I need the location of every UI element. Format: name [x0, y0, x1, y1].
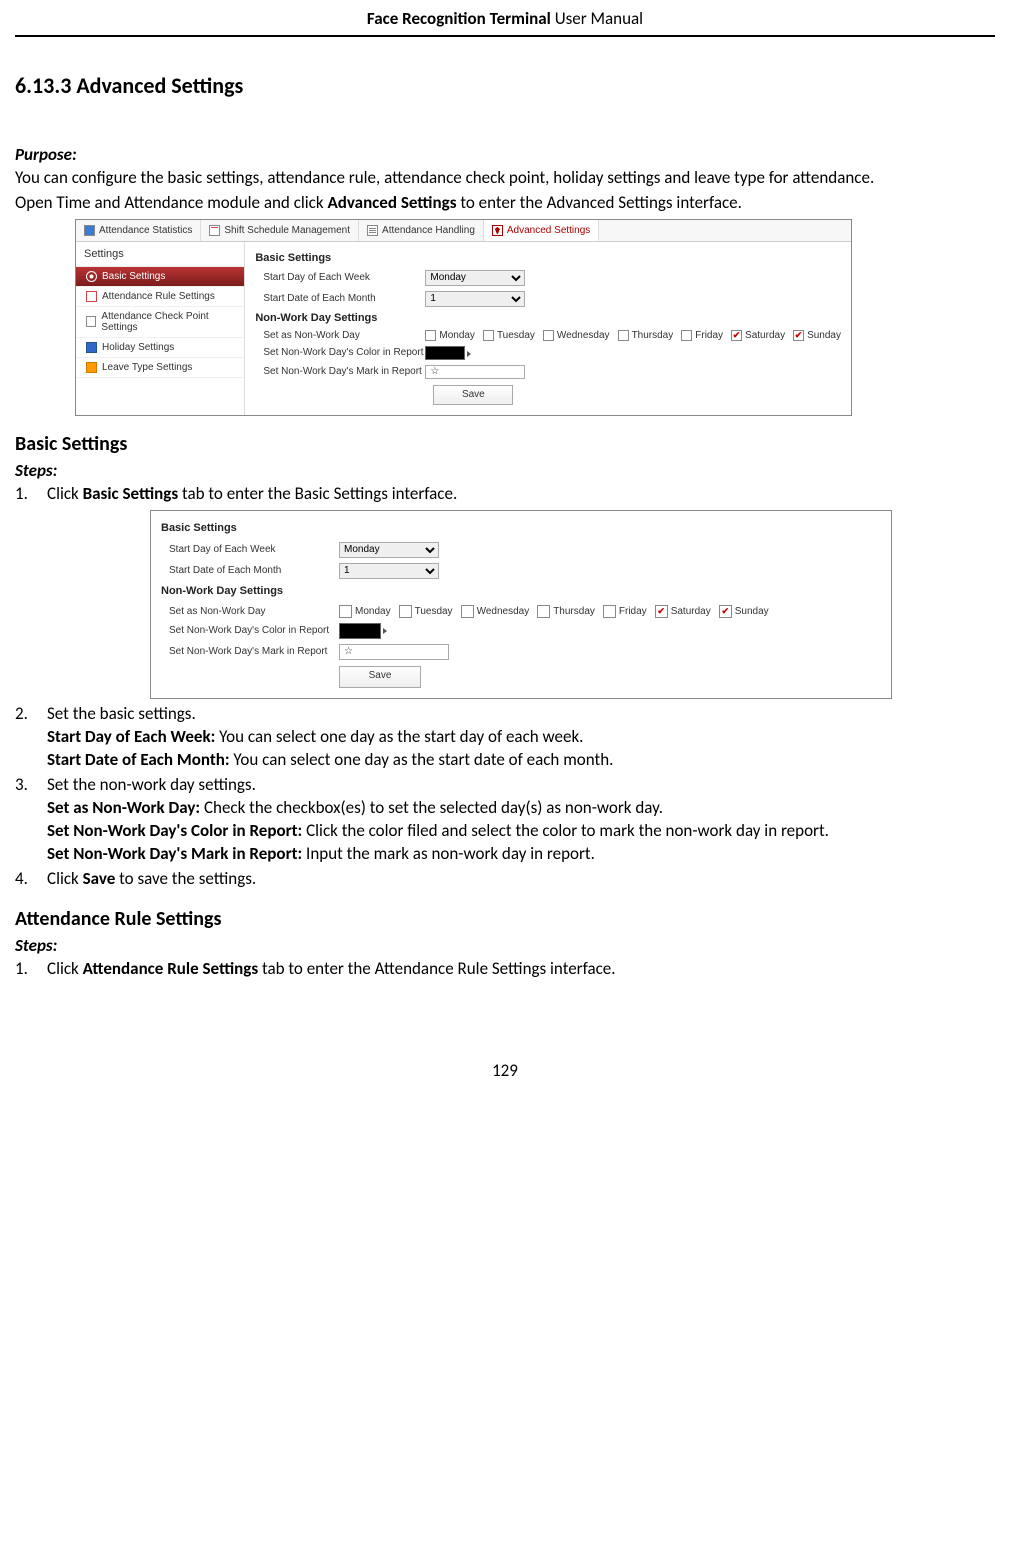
sidebar-item-basic[interactable]: Basic Settings	[76, 267, 244, 287]
rule-step-1: Click Attendance Rule Settings tab to en…	[15, 958, 995, 981]
fig2-cb-friday[interactable]: ✔Friday	[603, 605, 647, 619]
cb-sunday[interactable]: ✔Sunday	[793, 330, 841, 341]
figure-advanced-settings: Attendance Statistics Shift Schedule Man…	[75, 219, 852, 416]
settings-sidebar: Settings Basic Settings Attendance Rule …	[76, 242, 245, 415]
leave-icon	[86, 362, 97, 373]
fig2-label-nonwork-color: Set Non-Work Day's Color in Report	[161, 624, 339, 638]
sidebar-heading: Settings	[76, 242, 244, 267]
cb-monday[interactable]: ✔Monday	[425, 330, 475, 341]
steps-label-2: Steps:	[15, 935, 995, 956]
fig2-checkbox-row-days: ✔Monday ✔Tuesday ✔Wednesday ✔Thursday ✔F…	[339, 605, 769, 619]
gear-icon	[86, 271, 97, 282]
header-title-rest: User Manual	[551, 8, 643, 29]
step-4: Click Save to save the settings.	[15, 868, 995, 891]
main-pane: Basic Settings Start Day of Each Week Mo…	[245, 242, 851, 415]
section-heading: 6.13.3 Advanced Settings	[15, 72, 995, 99]
step-3: Set the non-work day settings. Set as No…	[15, 774, 995, 866]
header-title-bold: Face Recognition Terminal	[367, 8, 551, 29]
step-1: Click Basic Settings tab to enter the Ba…	[15, 483, 995, 699]
fig2-group-basic: Basic Settings	[161, 521, 881, 536]
page-header: Face Recognition Terminal User Manual	[15, 0, 995, 37]
tab-bar: Attendance Statistics Shift Schedule Man…	[76, 220, 851, 242]
fig2-cb-sunday[interactable]: ✔Sunday	[719, 605, 769, 619]
cb-tuesday[interactable]: ✔Tuesday	[483, 330, 535, 341]
fig2-cb-tuesday[interactable]: ✔Tuesday	[399, 605, 453, 619]
steps-list-basic: Click Basic Settings tab to enter the Ba…	[15, 483, 995, 891]
cb-saturday[interactable]: ✔Saturday	[731, 330, 785, 341]
tab-attendance-handling[interactable]: Attendance Handling	[359, 220, 484, 241]
sidebar-item-holiday[interactable]: Holiday Settings	[76, 338, 244, 358]
fig2-select-start-day[interactable]: Monday	[339, 542, 439, 558]
fig2-cb-thursday[interactable]: ✔Thursday	[537, 605, 595, 619]
group-basic-settings: Basic Settings	[255, 252, 841, 264]
cb-wednesday[interactable]: ✔Wednesday	[543, 330, 610, 341]
wrench-icon	[492, 225, 503, 236]
color-picker[interactable]	[425, 346, 465, 360]
label-start-date: Start Date of Each Month	[255, 293, 425, 304]
page-number: 129	[15, 1060, 995, 1081]
tab-attendance-statistics[interactable]: Attendance Statistics	[76, 220, 201, 241]
sidebar-item-leave[interactable]: Leave Type Settings	[76, 358, 244, 378]
purpose-text-1: You can configure the basic settings, at…	[15, 167, 995, 190]
tab-advanced-settings[interactable]: Advanced Settings	[484, 220, 599, 241]
label-nonwork-color: Set Non-Work Day's Color in Report	[255, 347, 425, 358]
fig2-color-picker[interactable]	[339, 623, 381, 639]
tab-shift-schedule[interactable]: Shift Schedule Management	[201, 220, 359, 241]
label-set-nonwork: Set as Non-Work Day	[255, 330, 425, 341]
fig2-mark-input[interactable]: ☆	[339, 644, 449, 660]
steps-list-rule: Click Attendance Rule Settings tab to en…	[15, 958, 995, 981]
group-nonwork: Non-Work Day Settings	[255, 312, 841, 324]
fig2-cb-saturday[interactable]: ✔Saturday	[655, 605, 711, 619]
checkbox-row-days: ✔Monday ✔Tuesday ✔Wednesday ✔Thursday ✔F…	[425, 330, 841, 341]
cb-thursday[interactable]: ✔Thursday	[618, 330, 674, 341]
sidebar-item-rule[interactable]: Attendance Rule Settings	[76, 287, 244, 307]
sidebar-item-checkpoint[interactable]: Attendance Check Point Settings	[76, 307, 244, 338]
document-icon	[86, 316, 96, 327]
purpose-text-2: Open Time and Attendance module and clic…	[15, 192, 995, 215]
fig2-cb-wednesday[interactable]: ✔Wednesday	[461, 605, 530, 619]
fig2-group-nonwork: Non-Work Day Settings	[161, 584, 881, 599]
figure-basic-settings: Basic Settings Start Day of Each Week Mo…	[150, 510, 892, 699]
fig2-save-button[interactable]: Save	[339, 666, 421, 688]
fig2-cb-monday[interactable]: ✔Monday	[339, 605, 391, 619]
step-2: Set the basic settings. Start Day of Eac…	[15, 703, 995, 772]
steps-label-1: Steps:	[15, 460, 995, 481]
label-start-day: Start Day of Each Week	[255, 272, 425, 283]
fig2-label-start-day: Start Day of Each Week	[161, 543, 339, 557]
fig2-label-nonwork-mark: Set Non-Work Day's Mark in Report	[161, 645, 339, 659]
subheading-basic: Basic Settings	[15, 432, 995, 456]
calendar-icon	[209, 225, 220, 236]
label-nonwork-mark: Set Non-Work Day's Mark in Report	[255, 366, 425, 377]
subheading-rule: Attendance Rule Settings	[15, 907, 995, 931]
mark-input[interactable]: ☆	[425, 365, 525, 379]
select-start-date[interactable]: 1	[425, 291, 525, 307]
calendar-small-icon	[86, 291, 97, 302]
cb-friday[interactable]: ✔Friday	[681, 330, 723, 341]
purpose-label: Purpose:	[15, 144, 995, 165]
fig2-label-set-nonwork: Set as Non-Work Day	[161, 605, 339, 619]
fig2-label-start-date: Start Date of Each Month	[161, 564, 339, 578]
list-icon	[367, 225, 378, 236]
bar-chart-icon	[84, 225, 95, 236]
fig2-select-start-date[interactable]: 1	[339, 563, 439, 579]
select-start-day[interactable]: Monday	[425, 270, 525, 286]
flag-icon	[86, 342, 97, 353]
save-button[interactable]: Save	[433, 385, 513, 405]
